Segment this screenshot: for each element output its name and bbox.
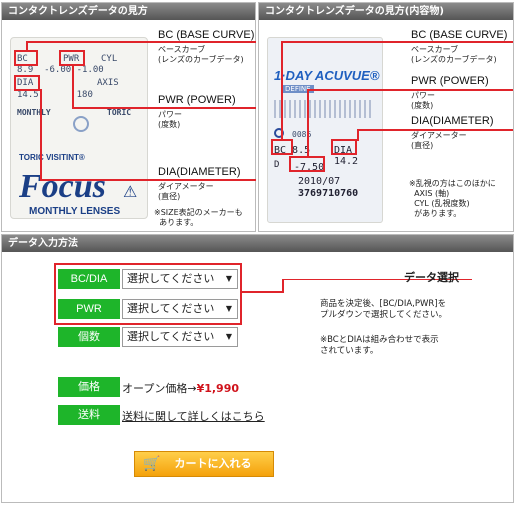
size-note: ※SIZE表記のメーカーも あります。 <box>154 208 243 227</box>
dia-desc: ダイアメーター (直径) <box>411 131 467 150</box>
pkg-row1: 8.9 -6.00 -1.00 <box>17 65 104 75</box>
pwr-label: PWR (POWER) <box>158 94 236 106</box>
shipping-link[interactable]: 送料に関して詳しくはこちら <box>122 408 265 424</box>
cart-button-label: カートに入れる <box>174 457 252 470</box>
dia-leader-line <box>40 179 256 181</box>
select-desc: 商品を決定後、[BC/DIA,PWR]を プルダウンで選択してください。 <box>320 299 447 320</box>
cart-icon: 🛒 <box>143 456 161 472</box>
pkg-fine-print <box>274 100 374 118</box>
quantity-select[interactable]: 選択してください ▼ <box>122 327 238 347</box>
dia-label: DIA(DIAMETER) <box>411 115 494 127</box>
pkg-lot: 3769710760 <box>298 188 359 199</box>
bc-leader-line <box>26 41 256 43</box>
panel-header: コンタクトレンズデータの見方 <box>2 3 255 20</box>
panel-header: コンタクトレンズデータの見方(内容物) <box>259 3 513 20</box>
quantity-label: 個数 <box>58 327 120 347</box>
lens-symbol-icon <box>73 116 89 132</box>
price-value-line: オープン価格→¥1,990 <box>122 380 239 396</box>
lens-content-guide-panel: コンタクトレンズデータの見方(内容物) 1·DAY ACUVUE® DEFINE… <box>258 2 514 232</box>
combo-note: ※BCとDIAは組み合わせで表示 されています。 <box>320 335 439 356</box>
pwr-highlight <box>289 156 325 172</box>
pkg-brand-line: TORIC VISITINT® <box>19 153 85 162</box>
selection-leader-line <box>242 291 282 293</box>
bc-dia-select-value: 選択してください <box>127 272 215 285</box>
add-to-cart-button[interactable]: 🛒 カートに入れる <box>134 451 274 477</box>
pkg-toric: TORIC <box>107 108 132 117</box>
pkg-row2: 14.5 180 <box>17 90 93 100</box>
price-text: オープン価格→ <box>122 382 197 395</box>
dia-label: DIA(DIAMETER) <box>158 166 241 178</box>
price-amount: ¥1,990 <box>196 382 240 395</box>
bc-leader-vert <box>26 41 28 51</box>
bc-leader-line <box>281 41 513 43</box>
pkg-monthly: MONTHLY <box>17 108 51 117</box>
pwr-desc: パワー (度数) <box>411 91 435 110</box>
astigmatism-note: ※乱視の方はこのほかに AXIS (軸) CYL (乱視度数) があります。 <box>409 179 496 218</box>
bc-highlight <box>271 139 293 155</box>
pwr-desc: パワー (度数) <box>158 110 182 129</box>
dia-highlight <box>14 75 40 91</box>
dropdown-arrow-icon: ▼ <box>225 332 232 341</box>
acuvue-logo: 1·DAY ACUVUE® <box>274 68 380 83</box>
data-entry-panel: データ入力方法 BC/DIA 選択してください ▼ PWR 選択してください ▼… <box>1 234 514 503</box>
dropdown-arrow-icon: ▼ <box>225 274 232 283</box>
bc-desc: ベースカーブ (レンズのカーブデータ) <box>411 45 497 64</box>
pkg-axis: AXIS <box>97 78 119 88</box>
focus-logo: Focus <box>19 168 106 205</box>
bc-label: BC (BASE CURVE) <box>158 29 255 41</box>
focus-sub: MONTHLY LENSES <box>29 206 121 217</box>
pwr-leader-line <box>72 107 256 109</box>
dia-desc: ダイアメーター (直径) <box>158 182 214 201</box>
dia-leader-vert <box>357 129 359 141</box>
dropdown-arrow-icon: ▼ <box>225 304 232 313</box>
price-label: 価格 <box>58 377 120 397</box>
lens-data-guide-panel: コンタクトレンズデータの見方 BC PWR CYL 8.9 -6.00 -1.0… <box>1 2 256 232</box>
bc-dia-select[interactable]: 選択してください ▼ <box>122 269 238 289</box>
pwr-leader-vert <box>72 65 74 108</box>
dia-leader-vert <box>40 89 42 180</box>
bc-dia-label: BC/DIA <box>58 269 120 289</box>
bc-label: BC (BASE CURVE) <box>411 29 508 41</box>
pwr-leader-line <box>307 89 513 91</box>
pwr-select-value: 選択してください <box>127 302 215 315</box>
pkg-d: D <box>274 160 280 170</box>
bc-highlight <box>14 50 38 66</box>
dia-highlight <box>331 139 357 155</box>
panel-header: データ入力方法 <box>2 235 513 252</box>
pwr-leader-vert <box>307 89 309 157</box>
bc-leader-vert <box>281 41 283 139</box>
pwr-label: PWR <box>58 299 120 319</box>
select-title: データ選択 <box>404 271 459 284</box>
pkg-date: 2010/07 <box>298 176 341 187</box>
selection-leader-vert <box>282 279 284 293</box>
bc-desc: ベースカーブ (レンズのカーブデータ) <box>158 45 244 64</box>
pwr-label: PWR (POWER) <box>411 75 489 87</box>
pwr-select[interactable]: 選択してください ▼ <box>122 299 238 319</box>
shipping-label: 送料 <box>58 405 120 425</box>
pkg-cyl: CYL <box>101 54 118 64</box>
quantity-select-value: 選択してください <box>127 330 215 343</box>
warning-icon: ⚠ <box>123 182 138 201</box>
pwr-highlight <box>59 50 85 66</box>
